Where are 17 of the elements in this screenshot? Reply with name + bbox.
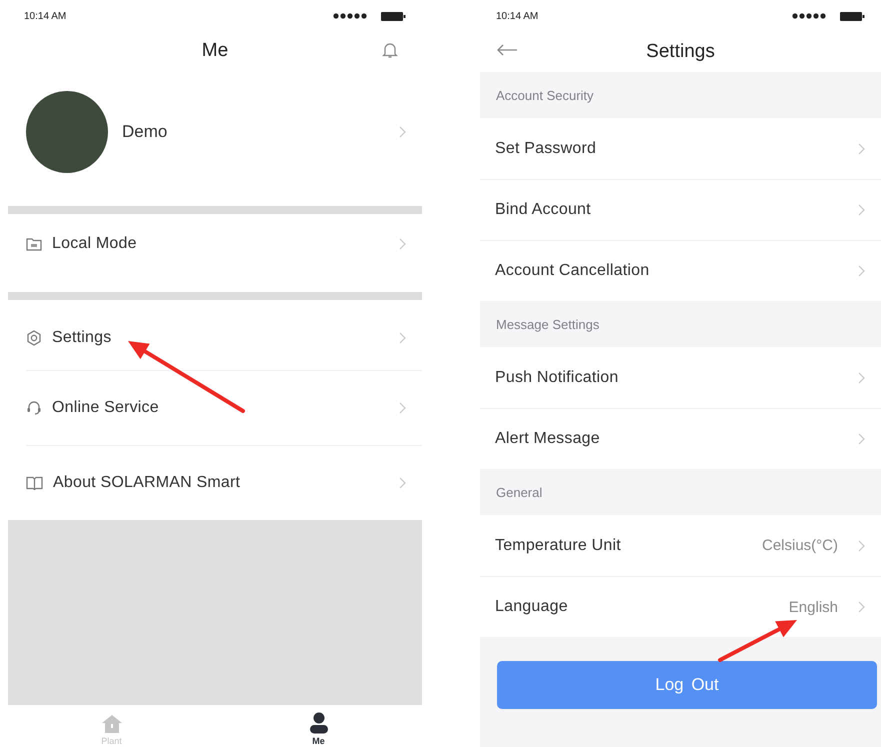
section-header: Account Security [495, 86, 595, 105]
menu-item-label[interactable]: Online Service [52, 399, 389, 417]
status-time: 10:14 AM [24, 10, 66, 22]
profile-name[interactable]: Demo [122, 122, 385, 142]
menu-item-label[interactable]: Temperature Unit [495, 536, 752, 554]
menu-item-label[interactable]: About SOLARMAN Smart [53, 474, 389, 492]
section-header: Message Settings [495, 316, 600, 334]
setting-value: English [788, 598, 838, 616]
section-header: General [495, 484, 544, 502]
menu-item-label[interactable]: Language [495, 598, 779, 616]
screen-title: Me [202, 40, 228, 62]
status-time: 10:14 AM [496, 10, 538, 22]
menu-item-label[interactable]: Settings [52, 329, 389, 347]
tab[interactable]: Me [215, 705, 422, 747]
screen-title: Settings [646, 41, 715, 63]
setting-value: Celsius(°C) [762, 537, 838, 554]
menu-item-label[interactable]: Local Mode [52, 235, 389, 253]
